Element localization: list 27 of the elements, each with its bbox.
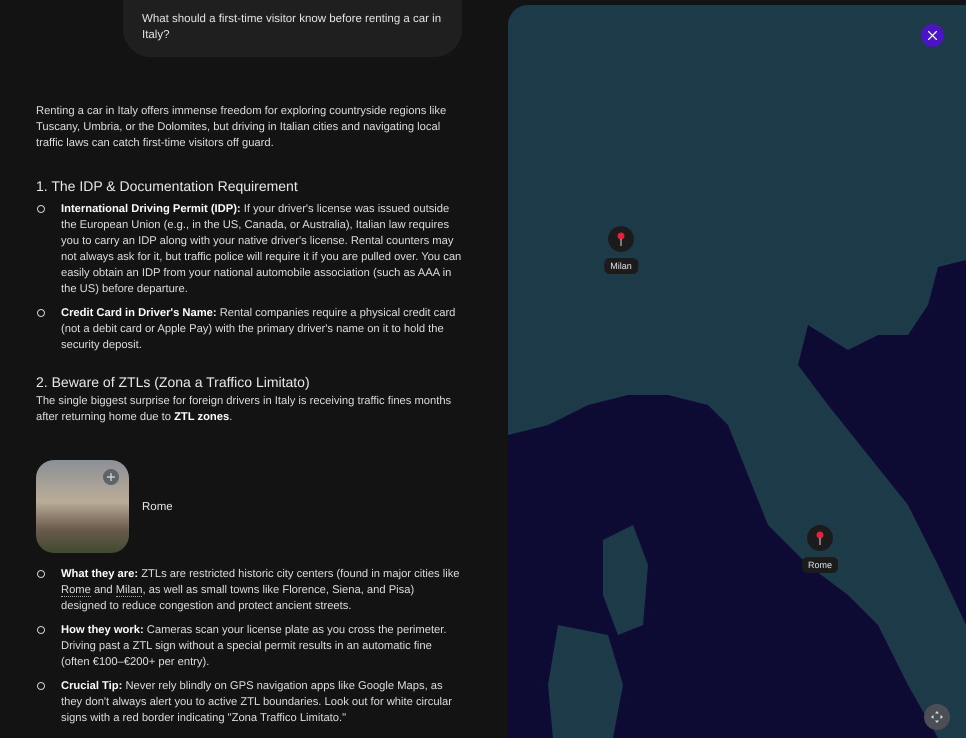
section-heading: 2. Beware of ZTLs (Zona a Traffico Limitato): [36, 373, 311, 391]
bullet-marker: [37, 682, 45, 690]
section-heading: 1. The IDP & Documentation Requirement: [36, 177, 299, 195]
pin-label: Rome: [802, 557, 838, 573]
paragraph: The single biggest surprise for foreign drivers in Italy is receiving traffic fines months after returning home due to ZTL zones.: [36, 394, 452, 425]
pin-icon: [816, 531, 824, 545]
pin-label: Milan: [604, 258, 638, 274]
plus-icon: [107, 473, 115, 481]
inline-link[interactable]: Rome: [61, 584, 91, 597]
map-panel[interactable]: Milan Rome: [508, 5, 966, 738]
expand-icon: [930, 710, 944, 724]
close-icon: [928, 31, 937, 40]
add-button[interactable]: [103, 469, 119, 485]
bullet-text: How they work: Cameras scan your license plate as you cross the perimeter. Driving past a ZTL sign without a special permit results in an automatic fine (often €100–€200+ per entry).: [61, 623, 448, 670]
bullet-text: Credit Card in Driver's Name: Rental companies require a physical credit card (not a debit card or Apple Pay) with the primary driver's name on it to hold the security deposit.: [61, 306, 456, 353]
pin-icon: [617, 232, 625, 246]
bullet-marker: [37, 626, 45, 634]
inline-link[interactable]: Milan: [116, 584, 142, 597]
bullet-text: What they are: ZTLs are restricted historic city centers (found in major cities like Rome and Milan, as well as small towns like Florence, Siena, and Pisa) designed to reduce congestion and protect ancient streets.: [61, 567, 461, 614]
bullet-marker: [37, 205, 45, 213]
bullet-marker: [37, 570, 45, 578]
bullet-text: International Driving Permit (IDP): If your driver's license was issued outside the European Union (e.g., in the US, Canada, or Australia), Italian law requires you to carry an IDP along with your native driver's license. Rental counters may not always ask for it, but traffic police will require it if you are pulled over. You can easily obtain an IDP from your national automobile association (such as AAA in the US) before departure.: [61, 202, 462, 297]
bullet-marker: [37, 309, 45, 317]
bullet-text: Crucial Tip: Never rely blindly on GPS navigation apps like Google Maps, as they don't always alert you to active ZTL boundaries. Look out for white circular signs with a red border indicating "Zona Traffico Limitato.": [61, 679, 453, 726]
paragraph: Renting a car in Italy offers immense freedom for exploring countryside regions like Tuscany, Umbria, or the Dolomites, but driving in Italian cities and navigating local traffic laws can catch first-time visitors off guard.: [36, 104, 448, 151]
question-bubble: What should a first-time visitor know before renting a car in Italy?: [123, 0, 462, 57]
place-caption: Rome: [142, 500, 173, 512]
